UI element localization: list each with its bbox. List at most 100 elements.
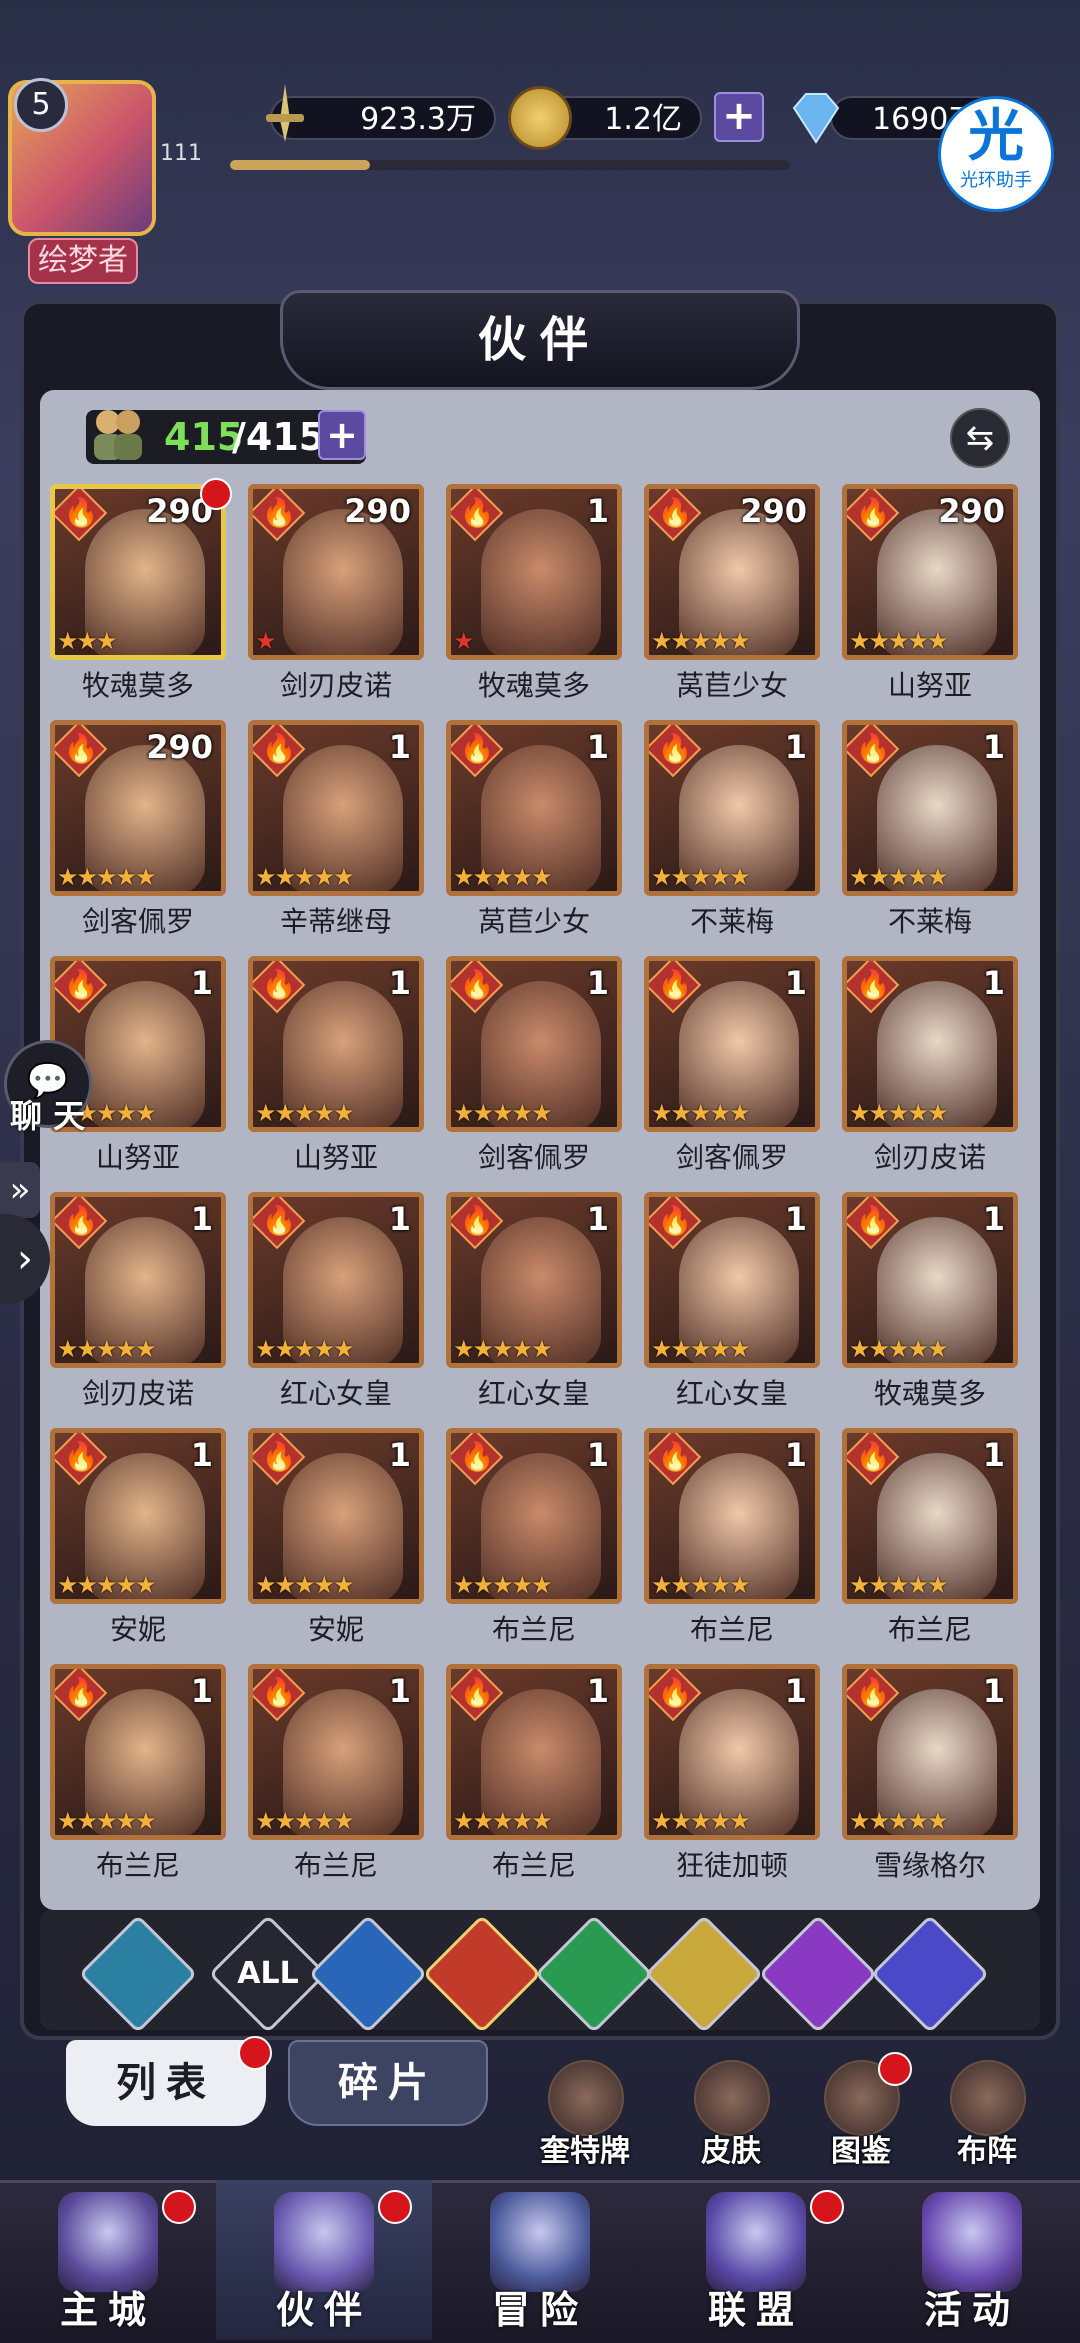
hero-card[interactable]: 🔥 1 ★★★★★ 红心女皇 [644, 1192, 820, 1428]
hero-card[interactable]: 🔥 290 ★★★ 牧魂莫多 [50, 478, 232, 720]
chat-label[interactable]: 聊 天 [10, 1096, 100, 1136]
hero-card[interactable]: 🔥 1 ★★★★★ 雪缘格尔 [842, 1664, 1018, 1900]
hero-portrait[interactable]: 🔥1★★★★★ [446, 1428, 622, 1604]
hero-level: 290 [146, 728, 213, 766]
hero-card[interactable]: 🔥 1 ★★★★★ 布兰尼 [842, 1428, 1018, 1664]
hero-portrait[interactable]: 🔥1★★★★★ [644, 1192, 820, 1368]
skins-button[interactable]: 皮肤 [676, 2060, 786, 2170]
fire-icon: 🔥 [657, 1676, 693, 1709]
hero-portrait[interactable]: 🔥1★★★★★ [842, 720, 1018, 896]
star-icon: ★ [849, 1571, 870, 1599]
add-gold-button[interactable]: + [714, 92, 764, 142]
hero-card[interactable]: 🔥 1 ★★★★★ 布兰尼 [644, 1428, 820, 1664]
hero-portrait[interactable]: 🔥1★★★★★ [248, 1664, 424, 1840]
hero-portrait[interactable]: 🔥1★★★★★ [842, 1664, 1018, 1840]
hero-card[interactable]: 🔥 1 ★★★★★ 红心女皇 [248, 1192, 424, 1428]
hero-portrait[interactable]: 🔥 290 ★★★ [50, 484, 226, 660]
nav-events[interactable]: 活动 [864, 2180, 1080, 2340]
tab-list[interactable]: 列表 [66, 2040, 266, 2126]
hero-card[interactable]: 🔥 1 ★★★★★ 布兰尼 [446, 1664, 622, 1900]
star-icon: ★ [313, 863, 335, 891]
hero-card[interactable]: 🔥 1 ★★★★★ 牧魂莫多 [842, 1192, 1018, 1428]
hero-card[interactable]: 🔥 1 ★★★★★ 辛蒂继母 [248, 720, 424, 956]
hero-portrait[interactable]: 🔥 290 ★★★★★ [842, 484, 1018, 660]
fire-icon: 🔥 [63, 1676, 99, 1709]
nav-main-city[interactable]: 主城 [0, 2180, 216, 2340]
hero-card[interactable]: 🔥 1 ★★★★★ 不莱梅 [842, 720, 1018, 956]
hero-card[interactable]: 🔥 1 ★★★★★ 布兰尼 [50, 1664, 226, 1900]
hero-portrait[interactable]: 🔥1★★★★★ [446, 1664, 622, 1840]
hero-portrait[interactable]: 🔥1★★★★★ [248, 1192, 424, 1368]
star-icon: ★ [690, 1571, 711, 1599]
hero-grid: 🔥 290 ★★★ 牧魂莫多 🔥 290 ★ 剑刃皮诺 🔥 1 ★ 牧魂莫多 🔥 290 ★★★★★ 莴苣少女… [50, 478, 1030, 1900]
hero-portrait[interactable]: 🔥 290 ★★★★★ [50, 720, 226, 896]
tab-fragments[interactable]: 碎片 [288, 2040, 488, 2126]
hero-portrait[interactable]: 🔥1★★★★★ [644, 1664, 820, 1840]
partner-count-total: /415 [232, 415, 326, 459]
star-icon: ★ [115, 863, 137, 891]
hero-star-rating: ★★★★★ [453, 863, 553, 891]
hero-card[interactable]: 🔥 1 ★★★★★ 剑刃皮诺 [842, 956, 1018, 1192]
star-icon: ★ [453, 1335, 474, 1363]
nav-partners[interactable]: 伙伴 [216, 2180, 432, 2340]
formation-button[interactable]: 布阵 [932, 2060, 1042, 2170]
hero-card[interactable]: 🔥 1 ★★★★★ 布兰尼 [248, 1664, 424, 1900]
hero-card[interactable]: 🔥 1 ★★★★★ 狂徒加顿 [644, 1664, 820, 1900]
hero-portrait[interactable]: 🔥1★★★★★ [446, 1192, 622, 1368]
hero-portrait[interactable]: 🔥1★★★★★ [50, 1664, 226, 1840]
hero-portrait[interactable]: 🔥1★★★★★ [644, 1428, 820, 1604]
hero-star-rating: ★★★★★ [453, 1099, 553, 1127]
hero-card[interactable]: 🔥1★★★★★山努亚 [248, 956, 424, 1192]
hero-level: 1 [586, 728, 609, 766]
hero-portrait[interactable]: 🔥1★★★★★ [248, 720, 424, 896]
nav-alliance[interactable]: 联盟 [648, 2180, 864, 2340]
hero-name: 狂徒加顿 [675, 1849, 788, 1882]
hero-card[interactable]: 🔥 1 ★ 牧魂莫多 [446, 484, 622, 720]
nav-alliance-icon [706, 2192, 806, 2292]
hero-card[interactable]: 🔥 1 ★★★★★ 安妮 [50, 1428, 226, 1664]
helper-app-button[interactable]: 光 光环助手 [938, 96, 1054, 212]
hero-card[interactable]: 🔥 1 ★★★★★ 布兰尼 [446, 1428, 622, 1664]
hero-card[interactable]: 🔥 1 ★★★★★ 剑刃皮诺 [50, 1192, 226, 1428]
star-icon: ★ [511, 1807, 533, 1835]
hero-card[interactable]: 🔥 1 ★★★★★ 剑客佩罗 [644, 956, 820, 1192]
hero-card[interactable]: 🔥 290 ★★★★★ 剑客佩罗 [50, 720, 226, 956]
hero-card[interactable]: 🔥 290 ★ 剑刃皮诺 [248, 484, 424, 720]
star-icon: ★ [531, 1571, 552, 1599]
side-expand-double-arrow-icon[interactable]: » [0, 1162, 40, 1218]
hero-portrait[interactable]: 🔥1★★★★★ [842, 956, 1018, 1132]
hero-portrait[interactable]: 🔥1★★★★★ [842, 1428, 1018, 1604]
hero-card[interactable]: 🔥 1 ★★★★★ 不莱梅 [644, 720, 820, 956]
expand-capacity-button[interactable]: + [318, 410, 366, 460]
hero-card[interactable]: 🔥 1 ★★★★★ 剑客佩罗 [446, 956, 622, 1192]
hero-portrait[interactable]: 🔥 290 ★★★★★ [644, 484, 820, 660]
hero-portrait[interactable]: 🔥1★★★★★ [446, 956, 622, 1132]
hero-portrait[interactable]: 🔥1★★★★★ [446, 720, 622, 896]
hero-card[interactable]: 🔥 1 ★★★★★ 安妮 [248, 1428, 424, 1664]
star-icon: ★ [255, 1099, 276, 1127]
codex-button[interactable]: 图鉴 [806, 2052, 916, 2170]
hero-portrait[interactable]: 🔥1★★★★★ [644, 956, 820, 1132]
hero-star-rating: ★★★★★ [849, 1099, 949, 1127]
hero-name: 剑刃皮诺 [81, 1377, 194, 1410]
hero-portrait[interactable]: 🔥1★★★★★ [50, 1192, 226, 1368]
hero-card[interactable]: 🔥 290 ★★★★★ 山努亚 [842, 484, 1018, 720]
hero-portrait[interactable]: 🔥1★★★★★ [248, 1428, 424, 1604]
swap-sort-button[interactable]: ⇆ [950, 408, 1010, 468]
filter-all-label[interactable]: ALL [226, 1946, 310, 2002]
cards-button[interactable]: 奎特牌 [530, 2060, 640, 2170]
hero-level: 1 [586, 492, 609, 530]
hero-portrait[interactable]: 🔥1★★★★★ [248, 956, 424, 1132]
hero-card[interactable]: 🔥 290 ★★★★★ 莴苣少女 [644, 484, 820, 720]
hero-portrait[interactable]: 🔥1★★★★★ [50, 1428, 226, 1604]
hero-portrait[interactable]: 🔥1★★★★★ [644, 720, 820, 896]
hero-portrait[interactable]: 🔥 1 ★ [446, 484, 622, 660]
fire-icon: 🔥 [855, 1204, 891, 1237]
hero-portrait[interactable]: 🔥 290 ★ [248, 484, 424, 660]
star-icon: ★ [492, 1335, 513, 1363]
hero-notification-dot [200, 478, 232, 510]
hero-card[interactable]: 🔥 1 ★★★★★ 莴苣少女 [446, 720, 622, 956]
nav-adventure[interactable]: 冒险 [432, 2180, 648, 2340]
hero-portrait[interactable]: 🔥1★★★★★ [842, 1192, 1018, 1368]
hero-card[interactable]: 🔥 1 ★★★★★ 红心女皇 [446, 1192, 622, 1428]
